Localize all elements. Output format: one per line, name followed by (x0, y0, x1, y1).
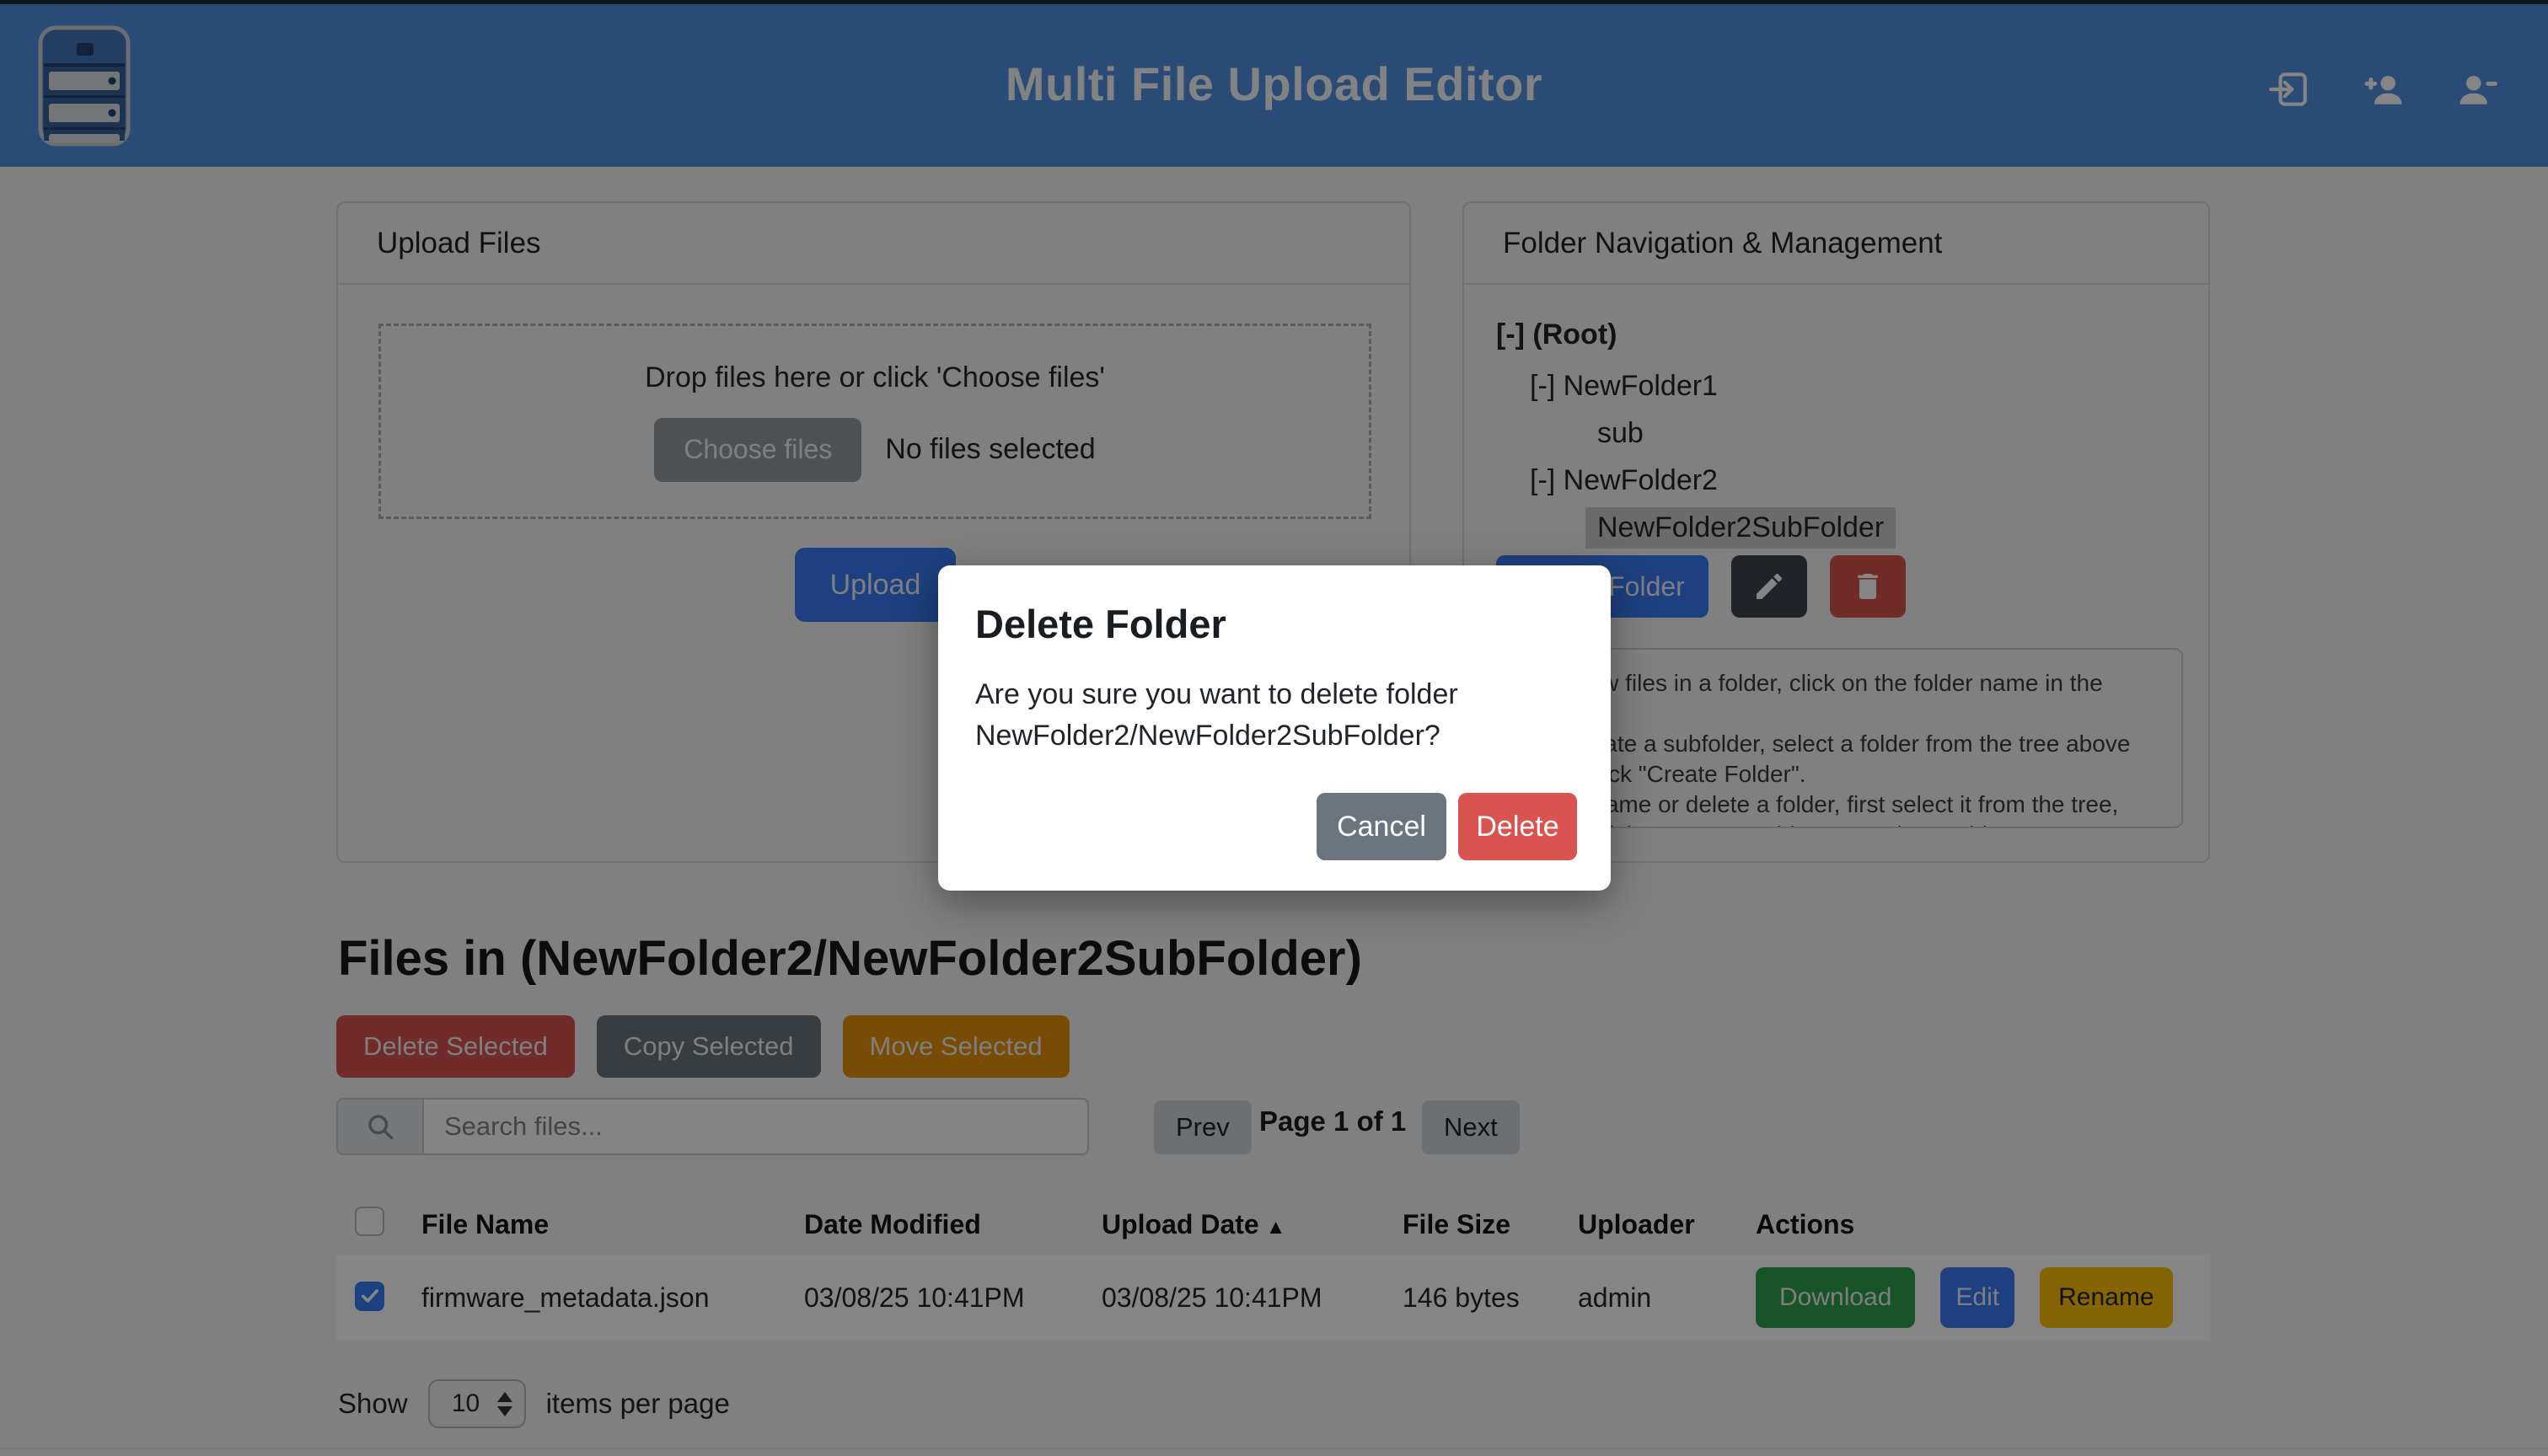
cancel-button[interactable]: Cancel (1317, 793, 1446, 860)
delete-folder-modal: Delete Folder Are you sure you want to d… (938, 565, 1611, 891)
modal-actions: Cancel Delete (1317, 793, 1577, 860)
confirm-delete-button[interactable]: Delete (1458, 793, 1577, 860)
modal-title: Delete Folder (975, 601, 1574, 647)
modal-message: Are you sure you want to delete folder N… (975, 674, 1565, 757)
